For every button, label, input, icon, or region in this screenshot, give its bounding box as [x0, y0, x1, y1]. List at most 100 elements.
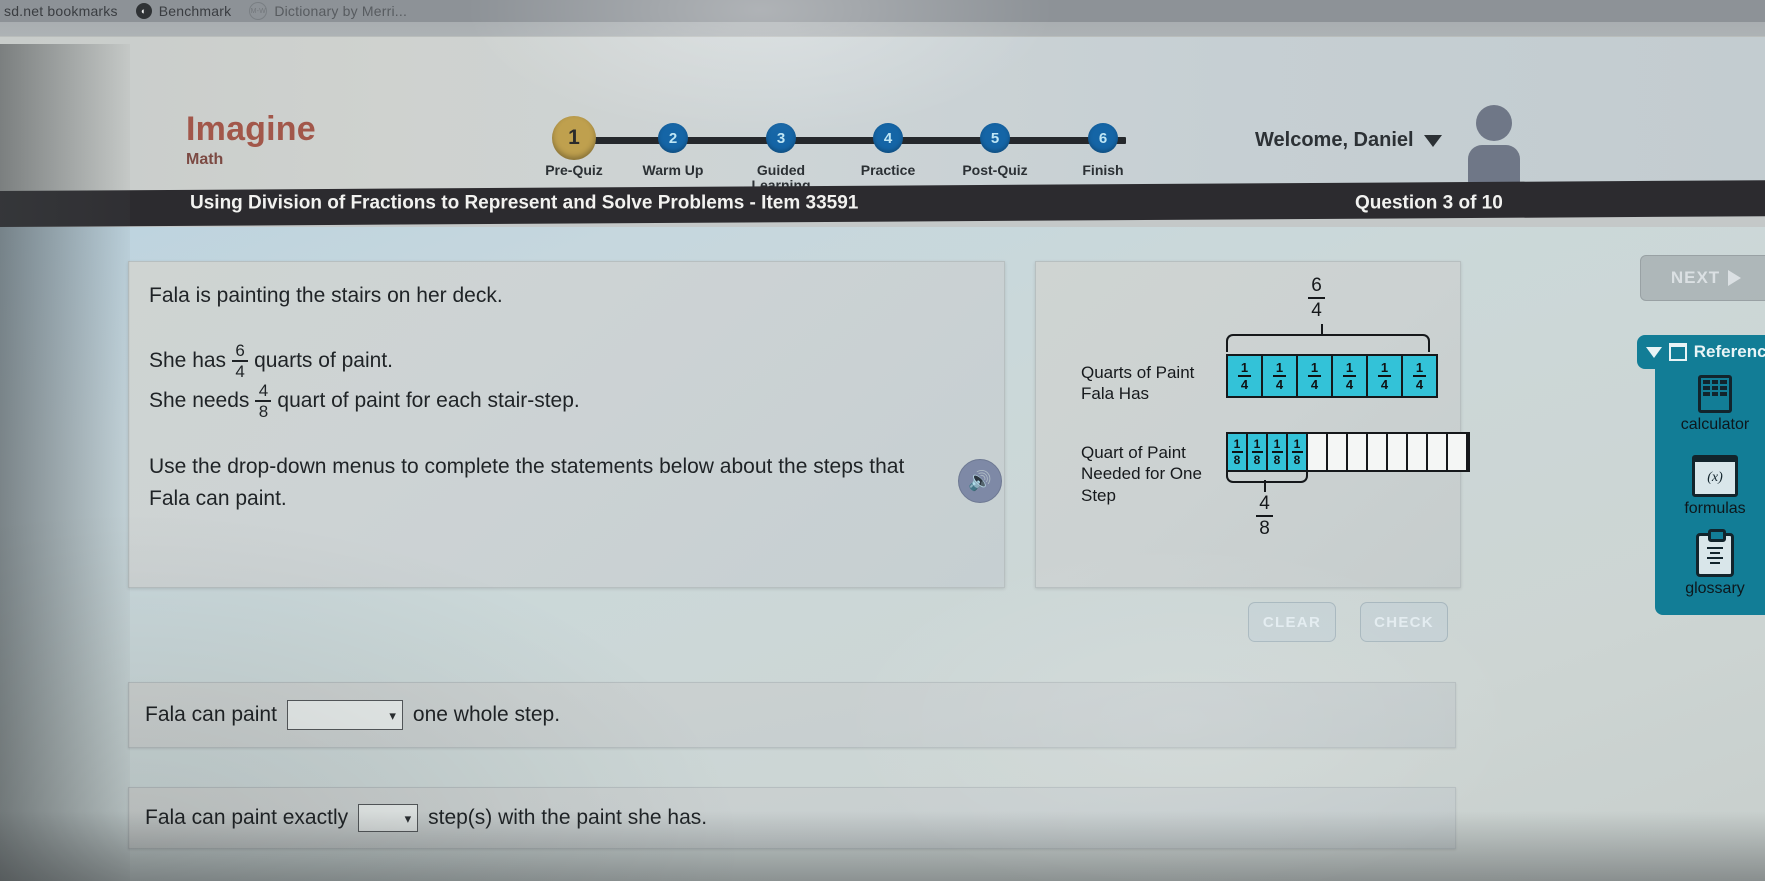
fraction-cell: 14	[1368, 356, 1403, 396]
fraction-numerator: 4	[258, 380, 269, 400]
logo-line-math: Math	[186, 151, 224, 168]
step-number: 6	[1098, 129, 1108, 147]
next-button[interactable]: NEXT	[1640, 255, 1765, 301]
dictionary-icon: M-W	[249, 2, 268, 20]
cell-numerator: 1	[1293, 437, 1301, 451]
cell-numerator: 1	[1380, 360, 1389, 375]
chevron-down-icon: ▾	[404, 810, 412, 826]
statement-1-prefix: Fala can paint	[145, 703, 277, 726]
fraction-bar	[1256, 515, 1273, 517]
speaker-icon: 🔊	[968, 470, 992, 492]
fraction-bar-fourths: 14 14 14 14 14 14	[1226, 354, 1438, 398]
question-text: Fala is painting the stairs on her deck.…	[149, 280, 979, 518]
lesson-stage: Fala is painting the stairs on her deck.…	[0, 227, 1765, 881]
step-node-2[interactable]: 2	[658, 123, 688, 153]
statement-row-1: Fala can paint ▾ one whole step.	[128, 682, 1456, 748]
tool-label: formulas	[1684, 500, 1746, 517]
fraction-cell-empty	[1388, 434, 1408, 470]
question-line-3-prefix: She needs	[149, 389, 250, 413]
cell-numerator: 1	[1233, 437, 1241, 451]
fraction-cell: 14	[1298, 356, 1333, 396]
bookmark-item-2[interactable]: M-W Dictionary by Merri...	[249, 2, 407, 20]
question-line-2-suffix: quarts of paint.	[254, 349, 393, 373]
globe-icon: ◐	[135, 3, 152, 19]
lesson-title-bar: Using Division of Fractions to Represent…	[0, 180, 1765, 227]
cell-numerator: 1	[1345, 360, 1354, 375]
step-number: 1	[568, 126, 580, 149]
bookmark-item-1[interactable]: ◐ Benchmark	[135, 3, 232, 19]
fraction-denominator: 8	[1259, 518, 1270, 539]
bookmark-label: sd.net bookmarks	[4, 3, 118, 19]
tool-formulas[interactable]: (x) formulas	[1655, 455, 1765, 518]
fraction-cell: 18	[1228, 434, 1248, 470]
step-node-4[interactable]: 4	[873, 123, 903, 153]
app-header: Imagine Math 1 2 3 4 5 6 Pre-Quiz Warm U…	[0, 36, 1765, 192]
cell-denominator: 4	[1240, 377, 1249, 392]
statement-2-suffix: step(s) with the paint she has.	[428, 806, 708, 829]
step-number: 4	[883, 129, 893, 147]
bookmark-label: Dictionary by Merri...	[274, 3, 408, 19]
stepper-nodes: 1 2 3 4 5 6	[548, 116, 1158, 160]
question-line-2: She has 6 4 quarts of paint.	[149, 342, 979, 381]
step-node-6[interactable]: 6	[1088, 123, 1118, 153]
fraction-bar-row: 18 18 18 18	[1226, 432, 1470, 472]
screenshot-root: sd.net bookmarks ◐ Benchmark M-W Diction…	[0, 0, 1765, 881]
fraction-cell: 18	[1268, 434, 1288, 470]
answer-action-buttons: CLEAR CHECK	[1248, 602, 1448, 642]
statement-2-dropdown[interactable]: ▾	[358, 804, 419, 832]
bottom-brace-tick	[1264, 480, 1266, 492]
fraction-cell-empty	[1308, 434, 1328, 470]
top-brace-fraction: 6 4	[1308, 276, 1325, 320]
arrow-right-icon	[1728, 270, 1742, 286]
question-line-2-prefix: She has	[149, 349, 227, 373]
question-line-3-suffix: quart of paint for each stair-step.	[277, 389, 580, 413]
fraction-denominator: 8	[258, 401, 269, 421]
question-line-1: Fala is painting the stairs on her deck.	[149, 284, 503, 307]
tool-calculator[interactable]: calculator	[1655, 375, 1765, 434]
fraction-cell-empty	[1328, 434, 1348, 470]
cell-numerator: 1	[1240, 360, 1249, 375]
fraction-six-fourths: 6 4	[232, 342, 249, 380]
audio-play-button[interactable]: 🔊	[958, 459, 1002, 503]
diagram-row1-label: Quarts of Paint Fala Has	[1081, 363, 1195, 404]
diagram-row2-label: Quart of Paint Needed for One Step	[1081, 443, 1202, 505]
chevron-down-icon: ▾	[389, 707, 396, 723]
question-line-4: Use the drop-down menus to complete the …	[149, 454, 905, 511]
glossary-icon	[1655, 529, 1765, 577]
fraction-four-eighths: 4 8	[255, 380, 272, 421]
fraction-numerator: 6	[1311, 275, 1322, 296]
avatar-head	[1476, 105, 1512, 141]
statement-1-dropdown[interactable]: ▾	[286, 700, 403, 730]
step-number: 5	[990, 129, 1000, 147]
fraction-cell-empty	[1368, 434, 1388, 470]
step-node-3[interactable]: 3	[766, 123, 796, 153]
fraction-cell: 14	[1333, 356, 1368, 396]
browser-bookmark-bar: sd.net bookmarks ◐ Benchmark M-W Diction…	[0, 0, 1765, 22]
step-label-warm-up: Warm Up	[642, 162, 704, 178]
step-node-5[interactable]: 5	[980, 123, 1010, 153]
bottom-brace	[1226, 468, 1308, 483]
tool-glossary[interactable]: glossary	[1655, 529, 1765, 598]
check-button[interactable]: CHECK	[1360, 602, 1448, 642]
app-logo: Imagine Math	[186, 112, 316, 169]
step-label-finish: Finish	[1082, 162, 1124, 178]
step-label-practice: Practice	[860, 162, 916, 178]
cell-denominator: 4	[1275, 377, 1284, 392]
avatar[interactable]	[1465, 105, 1523, 189]
statement-2-prefix: Fala can paint exactly	[145, 806, 349, 829]
step-node-1[interactable]: 1	[552, 116, 596, 160]
app-page: Imagine Math 1 2 3 4 5 6 Pre-Quiz Warm U…	[0, 22, 1765, 881]
fraction-cell: 14	[1228, 356, 1263, 396]
window-icon	[1669, 343, 1687, 361]
statement-1-suffix: one whole step.	[412, 703, 561, 726]
fraction-bar-eighths: 18 18 18 18	[1226, 432, 1470, 472]
welcome-menu[interactable]: Welcome, Daniel	[1255, 129, 1442, 152]
reference-tab[interactable]: Reference	[1637, 335, 1765, 369]
clear-button[interactable]: CLEAR	[1248, 602, 1336, 642]
cell-numerator: 1	[1275, 360, 1284, 375]
step-label-pre-quiz: Pre-Quiz	[545, 162, 603, 178]
bottom-brace-fraction: 4 8	[1256, 494, 1273, 538]
step-number: 3	[776, 129, 786, 147]
fraction-cell-empty	[1348, 434, 1368, 470]
bookmark-item-0[interactable]: sd.net bookmarks	[4, 3, 118, 19]
